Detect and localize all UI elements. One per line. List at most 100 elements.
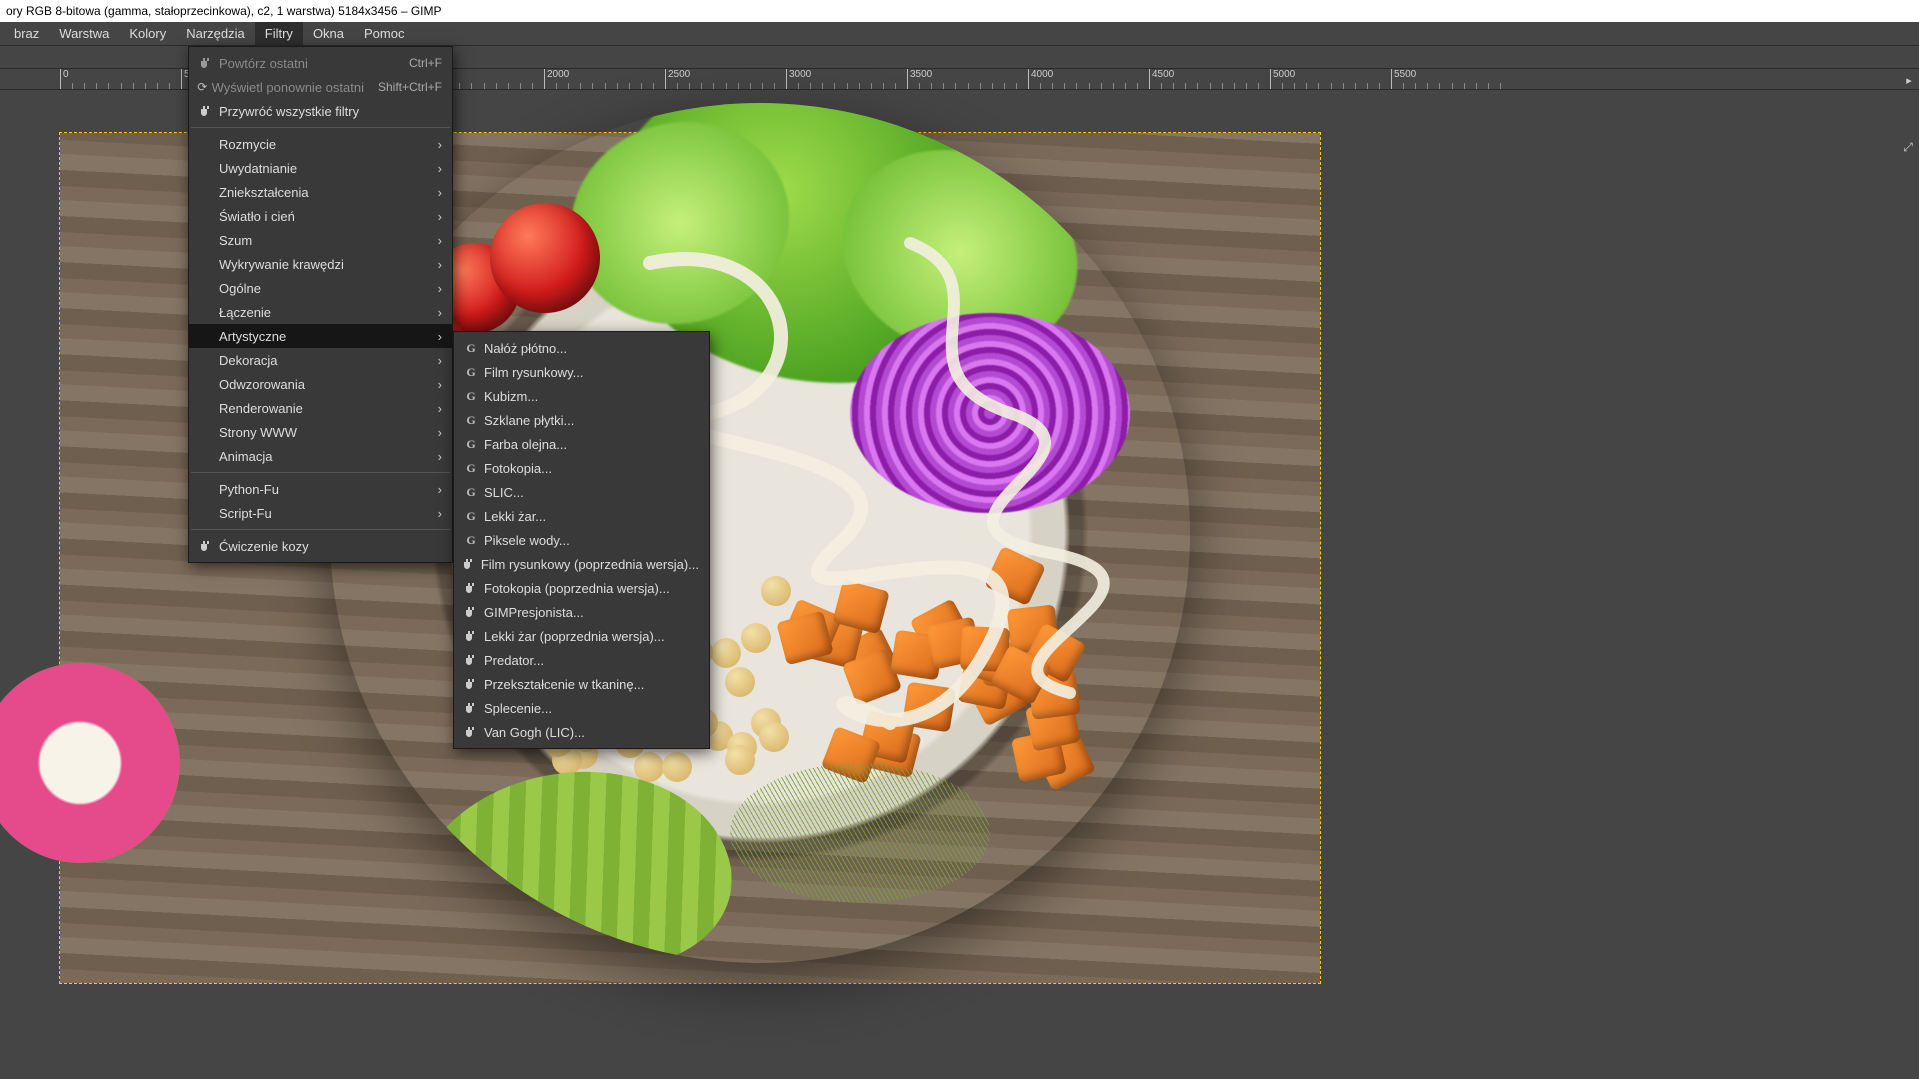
menu-windows[interactable]: Okna <box>303 22 354 45</box>
chevron-right-icon: › <box>430 257 442 272</box>
menu-item-label: Zniekształcenia <box>215 185 430 200</box>
plugin-icon <box>197 540 215 552</box>
menu-item-label: Łączenie <box>215 305 430 320</box>
menu-item-label: Artystyczne <box>215 329 430 344</box>
filters-blur[interactable]: Rozmycie› <box>189 132 452 156</box>
artistic-weave[interactable]: Splecenie... <box>454 696 709 720</box>
gegl-icon: G <box>462 437 480 452</box>
menu-item-label: Rozmycie <box>215 137 430 152</box>
filters-reshow-last[interactable]: ⟳ Wyświetl ponownie ostatni Shift+Ctrl+F <box>189 75 452 99</box>
chevron-right-icon: › <box>430 281 442 296</box>
filters-script-fu[interactable]: Script-Fu› <box>189 501 452 525</box>
artistic-softglow-legacy[interactable]: Lekki żar (poprzednia wersja)... <box>454 624 709 648</box>
menu-item-label: Szum <box>215 233 430 248</box>
micro-greens <box>730 763 990 903</box>
artistic-waterpixels[interactable]: GPiksele wody... <box>454 528 709 552</box>
menu-item-label: Przywróć wszystkie filtry <box>215 104 442 119</box>
menu-item-shortcut: Shift+Ctrl+F <box>364 80 442 94</box>
artistic-oilify[interactable]: GFarba olejna... <box>454 432 709 456</box>
filters-python-fu[interactable]: Python-Fu› <box>189 477 452 501</box>
gegl-icon: G <box>462 389 480 404</box>
menu-item-label: Lekki żar... <box>480 509 699 524</box>
plugin-icon <box>462 654 480 666</box>
filters-light-shadow[interactable]: Światło i cień› <box>189 204 452 228</box>
menu-item-label: Światło i cień <box>215 209 430 224</box>
artistic-apply-canvas[interactable]: GNałóż płótno... <box>454 336 709 360</box>
zoom-fit-icon[interactable]: ⤢ <box>1899 138 1917 156</box>
plugin-icon <box>197 105 215 117</box>
artistic-softglow[interactable]: GLekki żar... <box>454 504 709 528</box>
ruler-tick: 0 <box>60 69 69 90</box>
menu-item-label: Animacja <box>215 449 430 464</box>
artistic-photocopy[interactable]: GFotokopia... <box>454 456 709 480</box>
window-title: ory RGB 8-bitowa (gamma, stałoprzecinkow… <box>6 4 442 18</box>
tomato <box>490 203 600 313</box>
filters-goat-exercise[interactable]: Ćwiczenie kozy <box>189 534 452 558</box>
menu-separator <box>191 529 450 530</box>
menu-item-label: GIMPresjonista... <box>480 605 699 620</box>
artistic-van-gogh[interactable]: Van Gogh (LIC)... <box>454 720 709 744</box>
chevron-right-icon: › <box>430 482 442 497</box>
menu-item-label: Splecenie... <box>480 701 699 716</box>
chevron-right-icon: › <box>430 401 442 416</box>
filters-enhance[interactable]: Uwydatnianie› <box>189 156 452 180</box>
ruler-nav-icon[interactable]: ▸ <box>1901 72 1917 88</box>
artistic-glass-tile[interactable]: GSzklane płytki... <box>454 408 709 432</box>
menu-item-label: Predator... <box>480 653 699 668</box>
artistic-gimpressionist[interactable]: GIMPresjonista... <box>454 600 709 624</box>
menu-filters[interactable]: Filtry <box>255 22 303 45</box>
plugin-icon <box>462 582 480 594</box>
menu-item-shortcut: Ctrl+F <box>395 56 442 70</box>
filters-artistic[interactable]: Artystyczne› <box>189 324 452 348</box>
artistic-cartoon[interactable]: GFilm rysunkowy... <box>454 360 709 384</box>
artistic-cartoon-legacy[interactable]: Film rysunkowy (poprzednia wersja)... <box>454 552 709 576</box>
menu-help[interactable]: Pomoc <box>354 22 414 45</box>
menu-item-label: Ogólne <box>215 281 430 296</box>
gegl-icon: G <box>462 485 480 500</box>
filters-map[interactable]: Odwzorowania› <box>189 372 452 396</box>
artistic-slic[interactable]: GSLIC... <box>454 480 709 504</box>
filters-render[interactable]: Renderowanie› <box>189 396 452 420</box>
filters-edge-detect[interactable]: Wykrywanie krawędzi› <box>189 252 452 276</box>
menu-item-label: Dekoracja <box>215 353 430 368</box>
chevron-right-icon: › <box>430 161 442 176</box>
menu-layer[interactable]: Warstwa <box>49 22 119 45</box>
filters-repeat-last[interactable]: Powtórz ostatni Ctrl+F <box>189 51 452 75</box>
filters-reset-all[interactable]: Przywróć wszystkie filtry <box>189 99 452 123</box>
menu-item-label: Python-Fu <box>215 482 430 497</box>
artistic-clothify[interactable]: Przekształcenie w tkaninę... <box>454 672 709 696</box>
menu-tools[interactable]: Narzędzia <box>176 22 255 45</box>
filters-noise[interactable]: Szum› <box>189 228 452 252</box>
chevron-right-icon: › <box>430 449 442 464</box>
gegl-icon: G <box>462 533 480 548</box>
menu-item-label: Wykrywanie krawędzi <box>215 257 430 272</box>
menu-separator <box>191 127 450 128</box>
chevron-right-icon: › <box>430 425 442 440</box>
sweet-potato-cubes <box>780 553 1100 793</box>
plugin-icon <box>197 57 215 69</box>
menu-colors[interactable]: Kolory <box>119 22 176 45</box>
chevron-right-icon: › <box>430 137 442 152</box>
artistic-submenu: GNałóż płótno... GFilm rysunkowy... GKub… <box>453 331 710 749</box>
chevron-right-icon: › <box>430 353 442 368</box>
red-cabbage <box>850 313 1130 513</box>
chevron-right-icon: › <box>430 329 442 344</box>
menu-item-label: Script-Fu <box>215 506 430 521</box>
gegl-icon: G <box>462 413 480 428</box>
plugin-icon <box>462 678 480 690</box>
filters-animation[interactable]: Animacja› <box>189 444 452 468</box>
filters-combine[interactable]: Łączenie› <box>189 300 452 324</box>
artistic-photocopy-legacy[interactable]: Fotokopia (poprzednia wersja)... <box>454 576 709 600</box>
plugin-icon <box>462 726 480 738</box>
artistic-cubism[interactable]: GKubizm... <box>454 384 709 408</box>
menu-item-label: Piksele wody... <box>480 533 699 548</box>
artistic-predator[interactable]: Predator... <box>454 648 709 672</box>
filters-decor[interactable]: Dekoracja› <box>189 348 452 372</box>
menu-image[interactable]: braz <box>4 22 49 45</box>
filters-generic[interactable]: Ogólne› <box>189 276 452 300</box>
filters-distorts[interactable]: Zniekształcenia› <box>189 180 452 204</box>
chevron-right-icon: › <box>430 305 442 320</box>
chevron-right-icon: › <box>430 185 442 200</box>
chevron-right-icon: › <box>430 209 442 224</box>
filters-web[interactable]: Strony WWW› <box>189 420 452 444</box>
